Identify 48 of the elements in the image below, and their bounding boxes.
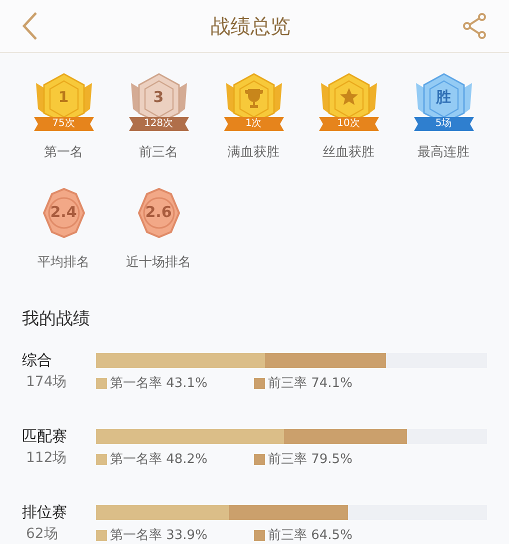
medal-icon xyxy=(224,73,284,131)
games-count: 62场 xyxy=(25,525,59,543)
trophy-icon xyxy=(244,87,264,109)
legend-swatch xyxy=(96,454,107,464)
medal-count: 10次 xyxy=(337,118,360,130)
medal-label: 近十场排名 xyxy=(126,254,191,271)
star-icon xyxy=(338,87,358,107)
medal-icon xyxy=(34,73,94,131)
mode-name: 匹配赛 xyxy=(22,426,68,446)
page-title: 战绩总览 xyxy=(210,12,290,40)
legend-swatch xyxy=(254,530,265,540)
legend-swatch xyxy=(96,530,107,540)
medal-icon xyxy=(318,73,378,131)
legend-label: 前三率 79.5% xyxy=(268,451,352,468)
medal-label: 平均排名 xyxy=(38,254,90,271)
legend-swatch xyxy=(254,378,265,388)
legend-label: 第一名率 48.2% xyxy=(110,451,208,468)
medal-count: 1次 xyxy=(245,118,262,130)
legend-swatch xyxy=(96,378,107,388)
back-icon[interactable] xyxy=(20,11,40,41)
legend-swatch xyxy=(254,454,265,464)
medal-label: 满血获胜 xyxy=(228,144,280,161)
legend-label: 第一名率 43.1% xyxy=(110,375,208,392)
legend-label: 前三率 64.5% xyxy=(268,527,352,544)
medal-icon xyxy=(128,73,188,131)
medal-label: 丝血获胜 xyxy=(322,144,374,161)
medal-emblem: 3 xyxy=(153,88,164,106)
medal-label: 第一名 xyxy=(44,144,83,161)
medal-label: 最高连胜 xyxy=(418,144,470,161)
games-count: 174场 xyxy=(25,373,68,391)
legend-label: 第一名率 33.9% xyxy=(110,527,208,544)
share-icon[interactable] xyxy=(461,12,489,40)
medal-label: 前三名 xyxy=(139,144,178,161)
section-title: 我的战绩 xyxy=(22,309,90,329)
medal-icon xyxy=(414,73,474,131)
medal-count: 5场 xyxy=(435,118,452,130)
legend-label: 前三率 74.1% xyxy=(268,375,352,392)
hexagon-medal-icon xyxy=(42,188,85,238)
medal-emblem: 1 xyxy=(58,88,69,106)
medal-emblem: 胜 xyxy=(436,88,451,106)
medal-emblem: 2.4 xyxy=(50,203,77,221)
medal-emblem: 2.6 xyxy=(145,203,172,221)
mode-name: 排位赛 xyxy=(22,502,68,522)
medal-count: 75次 xyxy=(52,118,75,130)
games-count: 112场 xyxy=(25,449,68,467)
hexagon-medal-icon xyxy=(137,188,180,238)
mode-name: 综合 xyxy=(22,350,53,370)
medal-count: 128次 xyxy=(144,118,174,130)
